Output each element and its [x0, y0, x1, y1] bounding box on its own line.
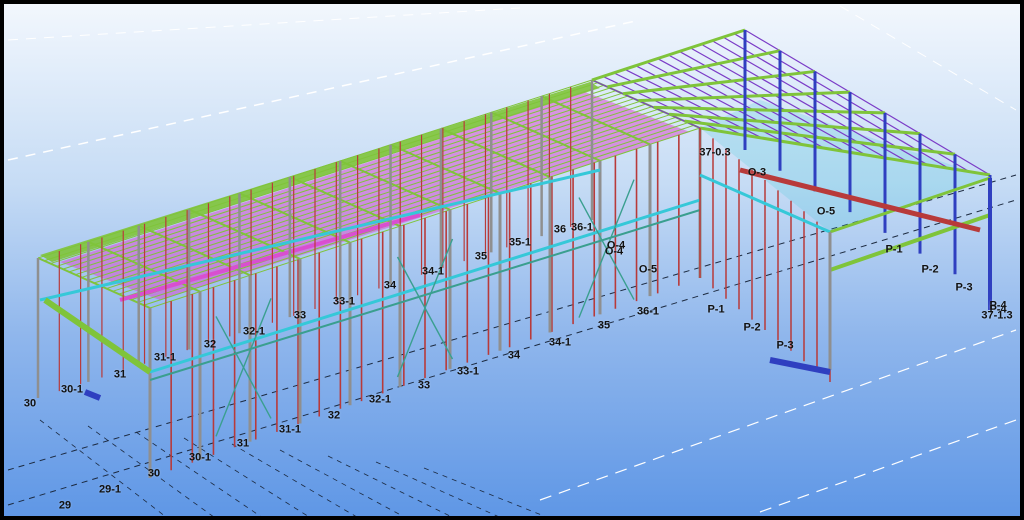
grid-label: P-1: [885, 243, 903, 256]
grid-label: 32-1: [368, 393, 392, 406]
grid-label: 34-1: [421, 265, 445, 278]
grid-label: O-4: [606, 239, 626, 252]
grid-label: 34: [383, 279, 397, 292]
grid-label: 31-1: [278, 423, 302, 436]
grid-label: 37-0.3: [699, 146, 731, 159]
grid-label: P-3: [776, 339, 794, 352]
grid-label: 29-1: [98, 483, 122, 496]
grid-label: 36-1: [636, 305, 660, 318]
grid-label: 37-1.3: [981, 309, 1013, 322]
grid-label: O-5: [816, 205, 836, 218]
grid-label: 33: [417, 379, 431, 392]
grid-label: 30-1: [60, 383, 84, 396]
grid-label: 36-1: [570, 221, 594, 234]
grid-label: 35-1: [508, 236, 532, 249]
grid-label: O-5: [638, 263, 658, 276]
grid-label: 35: [474, 250, 488, 263]
grid-label: P-2: [743, 321, 761, 334]
grid-label: 34-1: [548, 336, 572, 349]
grid-label: 32: [203, 338, 217, 351]
steel-structure-model[interactable]: [0, 0, 1024, 520]
grid-label: 31-1: [153, 351, 177, 364]
grid-label: 29: [58, 499, 72, 512]
grid-label: P-3: [955, 281, 973, 294]
grid-label: 32: [327, 409, 341, 422]
grid-label: 34: [507, 349, 521, 362]
grid-label: 36: [553, 223, 567, 236]
model-viewport[interactable]: 30 30-1 31 31-1 32 32-1 33 33-1 34 34-1 35 35-1 36 36…: [0, 0, 1024, 520]
grid-label: 33-1: [456, 365, 480, 378]
grid-label: 33-1: [332, 295, 356, 308]
grid-label: 31: [236, 437, 250, 450]
grid-label: 33: [293, 309, 307, 322]
grid-label: P-2: [921, 263, 939, 276]
grid-label: 30-1: [188, 451, 212, 464]
grid-label: 32-1: [242, 325, 266, 338]
grid-label: P-1: [707, 303, 725, 316]
grid-label: 35: [597, 319, 611, 332]
grid-label: O-3: [747, 166, 767, 179]
grid-label: 31: [113, 368, 127, 381]
grid-label: 30: [147, 467, 161, 480]
grid-label: 30: [23, 397, 37, 410]
